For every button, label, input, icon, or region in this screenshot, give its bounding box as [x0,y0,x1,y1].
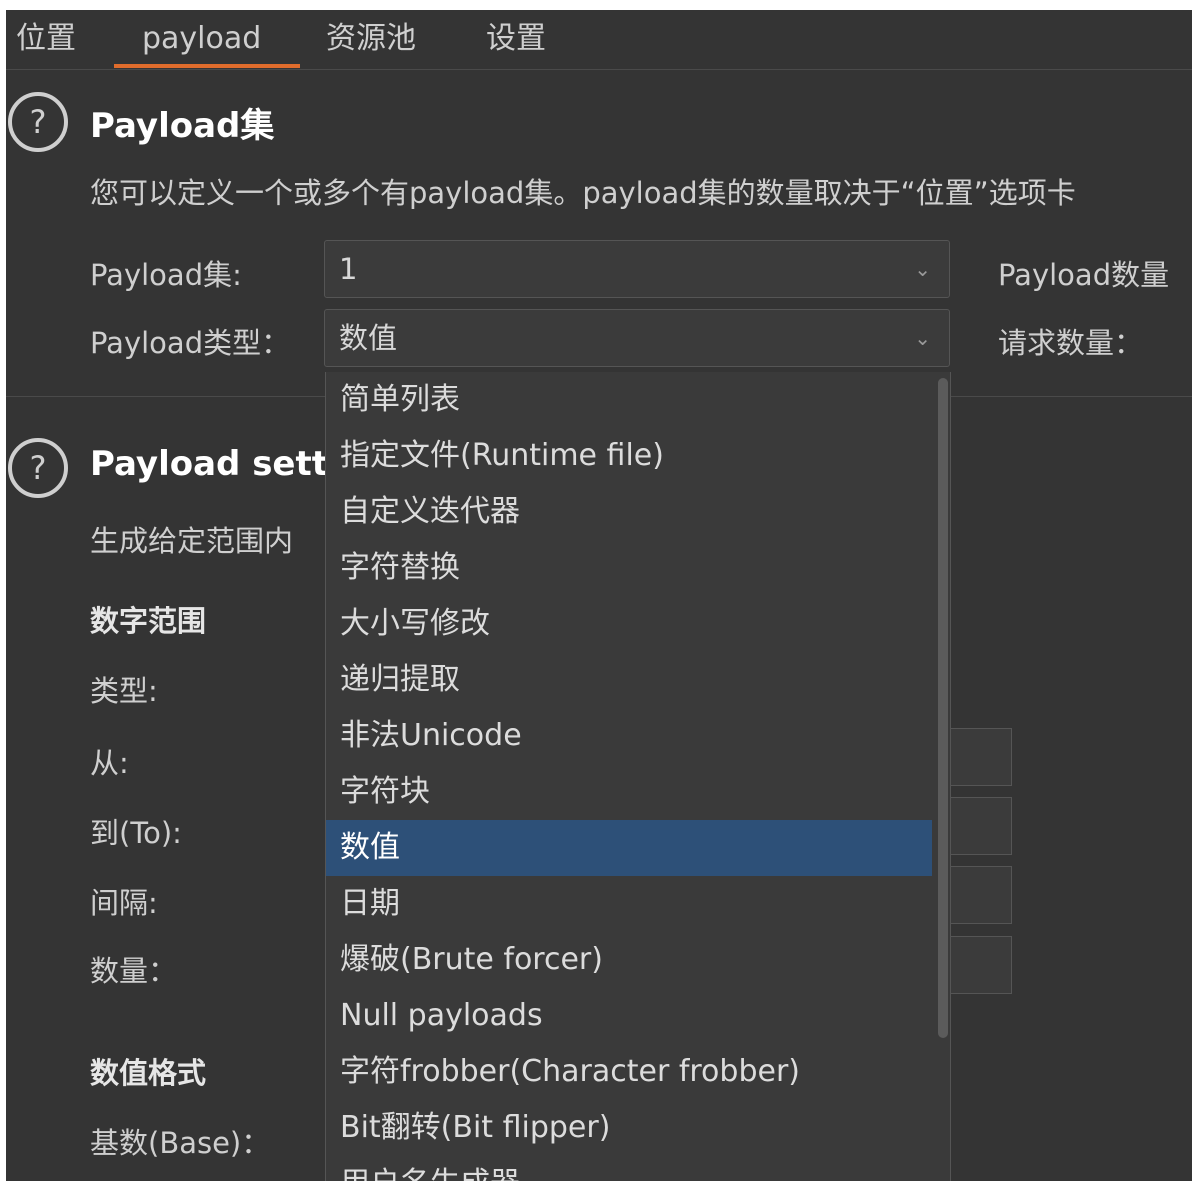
dropdown-item[interactable]: 用户名生成器 [326,1156,932,1181]
to-label: 到(To): [90,816,182,850]
tab-bar: 位置 payload 资源池 设置 [6,10,1192,70]
payload-type-label: Payload类型： [90,326,291,360]
payload-type-dropdown[interactable]: 简单列表 指定文件(Runtime file) 自定义迭代器 字符替换 大小写修… [325,372,951,1181]
dropdown-item[interactable]: 自定义迭代器 [326,484,932,540]
chevron-down-icon: ⌄ [914,326,931,350]
payload-set-value: 1 [339,252,358,286]
count-label: 数量： [90,954,178,988]
payload-type-select[interactable]: 数值 ⌄ [324,309,950,367]
payload-type-value: 数值 [339,321,398,355]
dropdown-item[interactable]: 非法Unicode [326,708,932,764]
dropdown-item[interactable]: 指定文件(Runtime file) [326,428,932,484]
base-label: 基数(Base)： [90,1126,271,1160]
dropdown-item[interactable]: 递归提取 [326,652,932,708]
dropdown-item[interactable]: 简单列表 [326,372,932,428]
number-format-heading: 数值格式 [90,1056,207,1090]
tab-resource-pool[interactable]: 资源池 [326,20,416,70]
dropdown-item[interactable]: 字符frobber(Character frobber) [326,1044,932,1100]
payload-count-label: Payload数量 [998,258,1170,292]
dropdown-item[interactable]: 字符块 [326,764,932,820]
from-input[interactable] [950,728,1012,786]
to-input[interactable] [950,797,1012,855]
step-label: 间隔: [90,886,158,920]
dropdown-item[interactable]: 字符替换 [326,540,932,596]
dropdown-item[interactable]: Null payloads [326,988,932,1044]
payload-sets-title: Payload集 [90,106,275,146]
request-count-label: 请求数量： [998,326,1144,360]
payload-set-select[interactable]: 1 ⌄ [324,240,950,298]
tab-payload[interactable]: payload [142,20,261,70]
help-icon[interactable]: ? [8,438,68,498]
dropdown-item[interactable]: 日期 [326,876,932,932]
type-label: 类型: [90,674,158,708]
payload-settings-title: Payload sett [90,444,328,484]
number-range-heading: 数字范围 [90,604,207,638]
from-label: 从: [90,746,129,780]
payload-sets-description: 您可以定义一个或多个有payload集。payload集的数量取决于“位置”选项… [90,176,1076,210]
payload-settings-description: 生成给定范围内 [90,524,294,558]
dropdown-item[interactable]: 爆破(Brute forcer) [326,932,932,988]
dropdown-item-selected[interactable]: 数值 [326,820,932,876]
tab-positions[interactable]: 位置 [16,20,76,70]
dropdown-scrollbar[interactable] [938,378,948,1038]
help-icon[interactable]: ? [8,92,68,152]
active-tab-indicator [114,64,300,68]
step-input[interactable] [950,866,1012,924]
chevron-down-icon: ⌄ [914,257,931,281]
tab-settings[interactable]: 设置 [486,20,546,70]
dropdown-item[interactable]: 大小写修改 [326,596,932,652]
count-input[interactable] [950,936,1012,994]
app-window: 位置 payload 资源池 设置 ? Payload集 您可以定义一个或多个有… [6,10,1192,1181]
payload-set-label: Payload集: [90,258,242,292]
dropdown-item[interactable]: Bit翻转(Bit flipper) [326,1100,932,1156]
